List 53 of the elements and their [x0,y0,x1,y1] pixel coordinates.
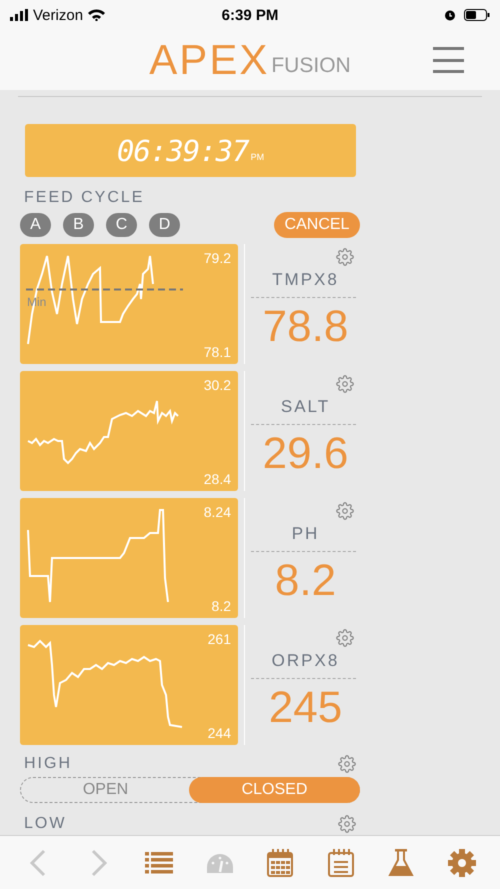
toggle-option[interactable]: CLOSED [189,777,360,803]
chart-min-value: 8.2 [212,598,231,614]
chart-min-value: 78.1 [204,344,231,360]
chart-max-value: 79.2 [204,250,231,266]
probe-value: 78.8 [262,302,350,352]
cancel-button[interactable]: CANCEL [274,212,360,238]
clock-ampm: PM [250,152,264,162]
gear-icon[interactable] [336,502,354,520]
settings-icon [448,848,476,876]
chart-max-value: 8.24 [204,504,231,520]
gear-icon[interactable] [338,755,356,773]
nav-button[interactable] [326,848,356,878]
probe-value: 245 [268,683,344,733]
gear-icon[interactable] [336,629,354,647]
output-name: LOW [24,815,66,833]
clock-time: 06:39:37 [116,134,249,168]
feed-cycle-button[interactable]: B [63,213,94,237]
nav-button[interactable] [446,848,477,878]
gear-icon[interactable] [336,375,354,393]
nav-button[interactable] [265,848,296,878]
chart-max-value: 30.2 [204,377,231,393]
flask-icon [388,848,414,876]
logo-sub-text: FUSION [271,55,351,76]
list-icon [145,852,174,874]
feed-cycle-button[interactable]: A [20,213,51,237]
logo-main-text: APEX [149,39,270,81]
battery-icon [464,9,490,21]
chart-min-value: 28.4 [204,471,231,487]
calendar-icon [267,848,294,876]
menu-button[interactable] [433,47,464,73]
chart-min-value: 244 [208,725,231,741]
carrier-name: Verizon [33,6,84,24]
feed-cycle-button[interactable]: C [106,213,137,237]
signal-icon [10,9,28,21]
probe-name: ORPX8 [270,651,340,672]
chart-max-value: 261 [208,631,231,647]
probe-name: PH [290,524,320,545]
probe-value: 29.6 [262,429,350,479]
gear-icon[interactable] [336,248,354,266]
section-label: FEED CYCLE [24,189,146,207]
feed-cycle-button[interactable]: D [149,213,180,237]
gear-icon[interactable] [338,815,356,833]
nav-button[interactable] [386,848,416,878]
notepad-icon [328,848,354,876]
gauge-icon [206,852,234,872]
wifi-icon [88,9,106,21]
toggle-option[interactable]: OPEN [20,777,191,803]
probe-name: TMPX8 [271,270,340,291]
output-name: HIGH [24,755,72,773]
probe-name: SALT [280,397,332,418]
probe-value: 8.2 [274,556,338,606]
status-time: 6:39 PM [222,6,278,24]
alarm-clock-icon [444,9,456,21]
